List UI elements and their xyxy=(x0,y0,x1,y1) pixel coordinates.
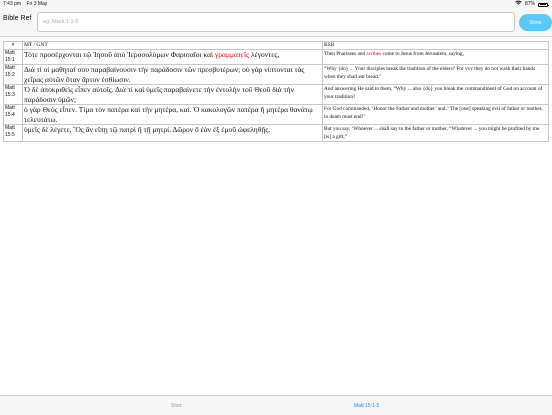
highlighted-word[interactable]: γραμματεῖς xyxy=(215,50,249,59)
greek-text: Τότε προσέρχονται τῷ Ἰησοῦ ἀπὸ Ἱεροσολύμ… xyxy=(22,49,323,65)
battery-percent: 87% xyxy=(524,1,535,7)
header-ref: # xyxy=(3,41,23,50)
wifi-icon xyxy=(515,0,522,9)
verse-ref: Matt 15:5 xyxy=(3,124,23,142)
verse-ref: Matt 15:1 xyxy=(3,49,23,65)
verse-ref: Matt 15:4 xyxy=(3,104,23,125)
header-source: MT / GNT xyxy=(22,41,323,50)
table-row[interactable]: Matt 15:3 Ὁ δὲ ἀποκριθεὶς εἶπεν αὐτοῖς. … xyxy=(3,84,549,105)
greek-text: Διὰ τί οἱ μαθηταί σου παραβαίνουσιν τὴν … xyxy=(22,64,323,85)
english-text-part: come to Jesus from Jerusalem, saying, xyxy=(381,51,464,57)
table-row[interactable]: Matt 15:2 Διὰ τί οἱ μαθηταί σου παραβαίν… xyxy=(3,64,549,85)
english-text: And answering He said to them, “Why ... … xyxy=(322,84,549,105)
table-row[interactable]: Matt 15:1 Τότε προσέρχονται τῷ Ἰησοῦ ἀπὸ… xyxy=(3,49,549,65)
greek-text: ὁ γὰρ Θεὸς εἶπεν. Τίμα τὸν πατέρα καὶ τὴ… xyxy=(22,104,323,125)
english-text: For God commanded, ‘Honor the Father and… xyxy=(322,104,549,125)
search-input[interactable] xyxy=(37,12,515,32)
greek-text-part: Τότε προσέρχονται τῷ Ἰησοῦ ἀπὸ Ἱεροσολύμ… xyxy=(24,50,215,59)
ref-book: Matt xyxy=(5,50,15,56)
header-translation: BSB xyxy=(322,41,549,50)
ref-book: Matt xyxy=(5,85,15,91)
greek-text: ὑμεῖς δὲ λέγετε, Ὃς ἂν εἴπῃ τῷ πατρὶ ἢ τ… xyxy=(22,124,323,142)
english-text: Then Pharisees and scribes come to Jesus… xyxy=(322,49,549,65)
ref-verse: 15:5 xyxy=(5,132,15,138)
bottom-toolbar: Start Matt 15:1-5 xyxy=(0,395,552,415)
table-row[interactable]: Matt 15:5 ὑμεῖς δὲ λέγετε, Ὃς ἂν εἴπῃ τῷ… xyxy=(3,124,549,142)
ref-book: Matt xyxy=(5,125,15,131)
verse-ref: Matt 15:3 xyxy=(3,84,23,105)
status-time: 7:43 pm xyxy=(3,1,22,7)
start-button[interactable]: Start xyxy=(171,403,182,409)
highlighted-word[interactable]: scribes xyxy=(367,51,382,57)
ref-verse: 15:4 xyxy=(5,112,15,118)
english-text: But you say, ‘Whoever ... shall say to t… xyxy=(322,124,549,142)
greek-text: Ὁ δὲ ἀποκριθεὶς εἶπεν αὐτοῖς. Διὰ τί καὶ… xyxy=(22,84,323,105)
nav-bar: Bible Ref Done xyxy=(0,9,552,37)
battery-icon xyxy=(538,2,549,7)
app-title: Bible Ref xyxy=(3,15,32,22)
ref-verse: 15:2 xyxy=(5,72,15,78)
ref-verse: 15:1 xyxy=(5,57,15,63)
table-header-row: # MT / GNT BSB xyxy=(3,41,549,50)
verse-table: # MT / GNT BSB Matt 15:1 Τότε προσέρχοντ… xyxy=(3,41,549,142)
verse-ref: Matt 15:2 xyxy=(3,64,23,85)
passage-range-button[interactable]: Matt 15:1-5 xyxy=(354,403,379,409)
done-button[interactable]: Done xyxy=(519,14,552,31)
english-text-part: Then Pharisees and xyxy=(324,51,367,57)
status-date: Fri 3 May xyxy=(26,1,48,7)
greek-text-part: λέγοντες, xyxy=(249,50,280,59)
ref-book: Matt xyxy=(5,105,15,111)
ref-verse: 15:3 xyxy=(5,92,15,98)
english-text: “Why {do} ... Your disciples break the t… xyxy=(322,64,549,85)
table-row[interactable]: Matt 15:4 ὁ γὰρ Θεὸς εἶπεν. Τίμα τὸν πατ… xyxy=(3,104,549,125)
status-bar: 7:43 pm Fri 3 May 87% xyxy=(0,0,552,9)
ref-book: Matt xyxy=(5,65,15,71)
